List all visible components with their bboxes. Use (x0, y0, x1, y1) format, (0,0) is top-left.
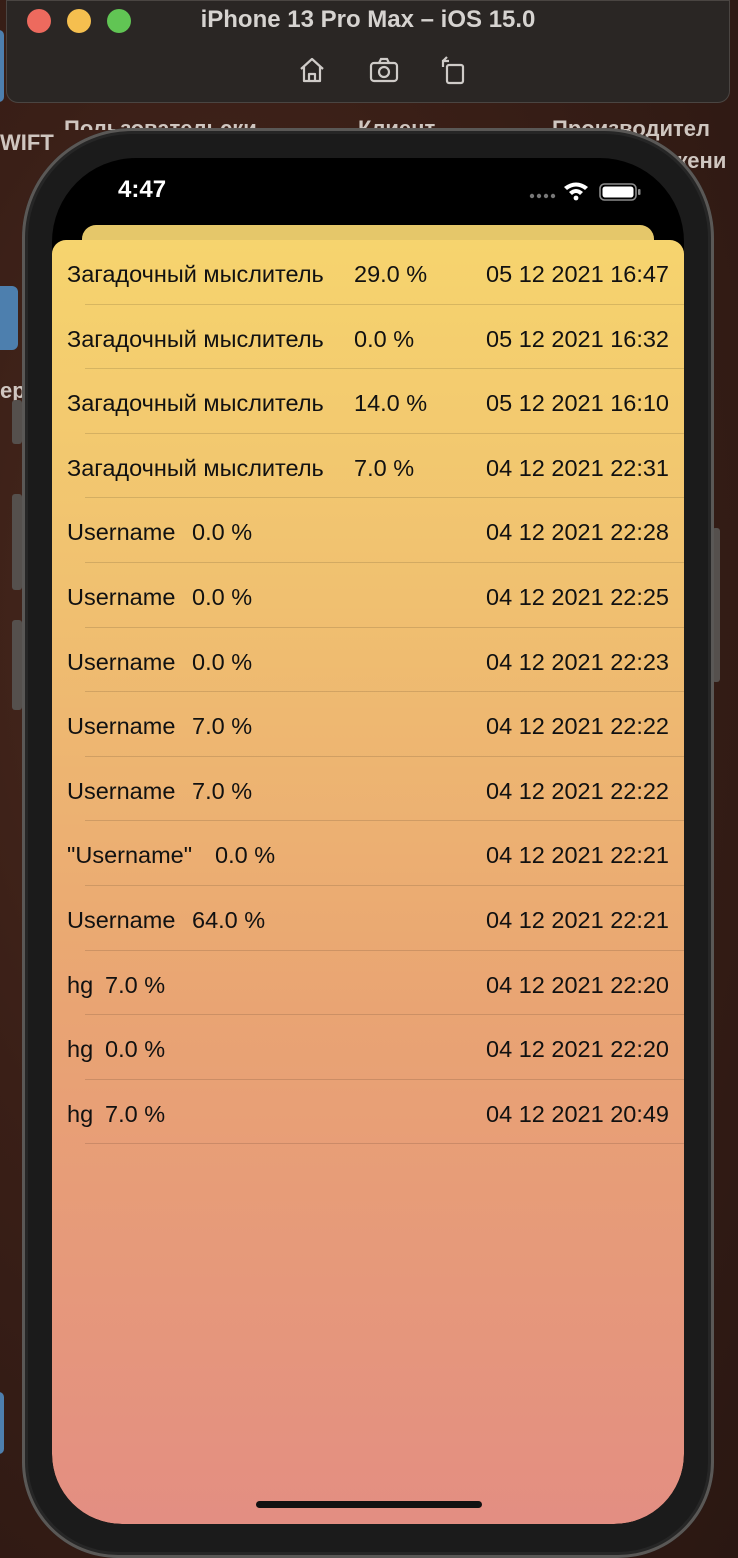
row-percent: 0.0 % (354, 325, 415, 352)
table-row[interactable]: hg 0.0 % 04 12 2021 22:20 (52, 1015, 684, 1080)
row-date: 04 12 2021 22:22 (486, 713, 669, 740)
table-row[interactable]: Username 0.0 % 04 12 2021 22:28 (52, 498, 684, 563)
row-username: hg (67, 971, 94, 998)
status-icons (528, 180, 644, 202)
row-date: 04 12 2021 22:22 (486, 777, 669, 804)
row-username: Username (67, 777, 176, 804)
row-username: hg (67, 1100, 94, 1127)
simulator-title: iPhone 13 Pro Max – iOS 15.0 (200, 6, 536, 33)
row-date: 05 12 2021 16:10 (486, 390, 669, 417)
row-percent: 7.0 % (105, 1100, 166, 1127)
battery-icon (599, 183, 641, 201)
row-username: Username (67, 648, 176, 675)
row-percent: 0.0 % (105, 1036, 166, 1063)
row-percent: 7.0 % (192, 713, 253, 740)
home-icon[interactable] (295, 53, 329, 87)
results-sheet: Загадочный мыслитель 29.0 % 05 12 2021 16:… (52, 240, 684, 1524)
table-row[interactable]: Username 0.0 % 04 12 2021 22:25 (52, 563, 684, 628)
row-username: hg (67, 1036, 94, 1063)
table-row[interactable]: Загадочный мыслитель 7.0 % 04 12 2021 22:3… (52, 434, 684, 499)
iphone-device: 4:47 Загадочный мыслитель 29.0 % 05 12 2… (22, 128, 714, 1558)
table-row[interactable]: Загадочный мыслитель 29.0 % 05 12 2021 16:… (52, 240, 684, 305)
row-date: 05 12 2021 16:47 (486, 261, 669, 287)
table-row[interactable]: hg 7.0 % 04 12 2021 22:20 (52, 951, 684, 1016)
table-row[interactable]: Загадочный мыслитель 0.0 % 05 12 2021 16:3… (52, 305, 684, 370)
background-label: WIFT (0, 130, 54, 155)
row-date: 04 12 2021 22:28 (486, 519, 669, 546)
status-time: 4:47 (118, 176, 167, 203)
background-block (12, 400, 22, 444)
row-date: 04 12 2021 22:20 (486, 971, 669, 998)
row-percent: 0.0 % (192, 519, 253, 546)
row-date: 04 12 2021 22:31 (486, 454, 669, 481)
simulator-toolbar: iPhone 13 Pro Max – iOS 15.0 (6, 0, 730, 103)
row-separator (85, 1143, 684, 1145)
background-block (0, 286, 18, 350)
cellular-signal-icon (529, 193, 556, 199)
row-percent: 14.0 % (354, 390, 428, 417)
row-percent: 0.0 % (192, 584, 253, 610)
row-date: 04 12 2021 22:21 (486, 842, 669, 869)
row-percent: 0.0 % (192, 648, 253, 675)
table-row[interactable]: "Username" 0.0 % 04 12 2021 22:21 (52, 821, 684, 886)
rotate-icon[interactable] (437, 53, 471, 87)
row-date: 05 12 2021 16:32 (486, 325, 669, 352)
wifi-icon (564, 182, 588, 201)
row-percent: 7.0 % (105, 971, 166, 998)
table-row[interactable]: Username 0.0 % 04 12 2021 22:23 (52, 628, 684, 693)
table-row[interactable]: Username 64.0 % 04 12 2021 22:21 (52, 886, 684, 951)
row-date: 04 12 2021 22:21 (486, 907, 669, 933)
row-username: Username (67, 584, 176, 610)
row-percent: 0.0 % (215, 842, 276, 869)
row-percent: 7.0 % (354, 454, 415, 481)
background-block (0, 1392, 4, 1454)
background-block (12, 494, 22, 590)
row-username: "Username" (67, 842, 193, 869)
row-date: 04 12 2021 20:49 (486, 1100, 669, 1127)
table-row[interactable]: hg 7.0 % 04 12 2021 20:49 (52, 1080, 684, 1145)
row-percent: 7.0 % (192, 777, 253, 804)
row-username: Username (67, 907, 176, 933)
row-percent: 29.0 % (354, 261, 428, 287)
row-username: Username (67, 713, 176, 740)
table-row[interactable]: Username 7.0 % 04 12 2021 22:22 (52, 757, 684, 822)
row-username: Загадочный мыслитель (67, 390, 324, 417)
background-block (0, 30, 4, 102)
row-date: 04 12 2021 22:23 (486, 648, 669, 675)
screenshot-icon[interactable] (367, 53, 401, 87)
background-block (12, 620, 22, 710)
row-username: Загадочный мыслитель (67, 454, 324, 481)
table-row[interactable]: Загадочный мыслитель 14.0 % 05 12 2021 16:… (52, 369, 684, 434)
row-percent: 64.0 % (192, 907, 266, 933)
home-indicator[interactable] (256, 1501, 482, 1508)
iphone-screen: 4:47 Загадочный мыслитель 29.0 % 05 12 2… (52, 158, 684, 1524)
row-username: Загадочный мыслитель (67, 261, 324, 287)
row-date: 04 12 2021 22:20 (486, 1036, 669, 1063)
row-username: Username (67, 519, 176, 546)
table-row[interactable]: Username 7.0 % 04 12 2021 22:22 (52, 692, 684, 757)
row-username: Загадочный мыслитель (67, 325, 324, 352)
row-date: 04 12 2021 22:25 (486, 584, 669, 610)
